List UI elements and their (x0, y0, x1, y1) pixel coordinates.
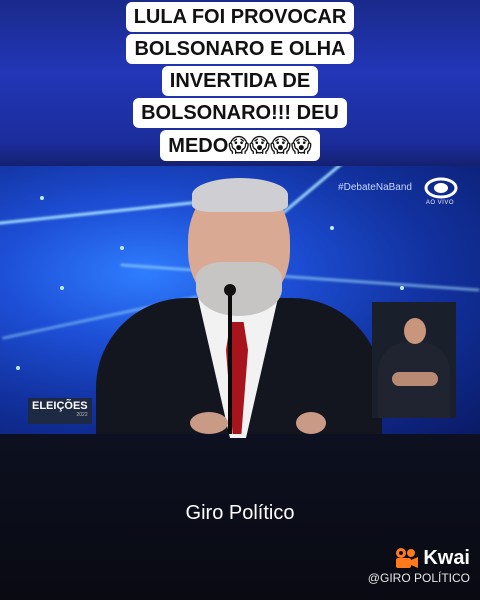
speaker-left-hand (190, 412, 228, 434)
light-dot (16, 366, 20, 370)
light-dot (330, 226, 334, 230)
interpreter-hands (392, 372, 438, 386)
elections-badge: ELEIÇÕES 2022 (28, 398, 92, 424)
light-dot (60, 286, 64, 290)
speaker-right-hand (296, 412, 326, 434)
microphone-stand (228, 286, 232, 434)
kwai-camera-icon (396, 548, 419, 568)
channel-handle: @GIRO POLÍTICO (367, 571, 470, 585)
caption-card: LULA FOI PROVOCAR BOLSONARO E OLHA INVER… (0, 2, 480, 162)
light-dot (120, 246, 124, 250)
sign-language-interpreter (372, 302, 456, 418)
caption-last-text: MEDO (168, 135, 229, 157)
live-label: AO VIVO (425, 200, 454, 206)
caption-line-2: BOLSONARO E OLHA (126, 34, 354, 64)
microphone-icon (224, 284, 236, 296)
speaker-hair (192, 178, 288, 212)
elections-badge-title: ELEIÇÕES (32, 400, 88, 412)
elections-badge-year: 2022 (76, 412, 88, 418)
interpreter-head (404, 318, 426, 344)
speaker-beard (196, 262, 282, 316)
caption-line-4: BOLSONARO!!! DEU (133, 98, 347, 128)
light-streak (120, 263, 480, 292)
kwai-watermark: Kwai @GIRO POLÍTICO (367, 546, 470, 586)
scream-emoji-icon: 😱😱😱😱 (228, 133, 312, 157)
kwai-brand: Kwai (423, 546, 470, 569)
caption-line-5: MEDO😱😱😱😱 (160, 130, 320, 161)
debate-hashtag: #DebateNaBand (338, 182, 412, 193)
band-logo-icon (424, 177, 458, 199)
caption-line-3: INVERTIDA DE (161, 66, 319, 96)
channel-subtitle: Giro Político (185, 502, 295, 524)
light-dot (40, 196, 44, 200)
light-dot (400, 286, 404, 290)
caption-line-1: LULA FOI PROVOCAR (125, 2, 355, 32)
